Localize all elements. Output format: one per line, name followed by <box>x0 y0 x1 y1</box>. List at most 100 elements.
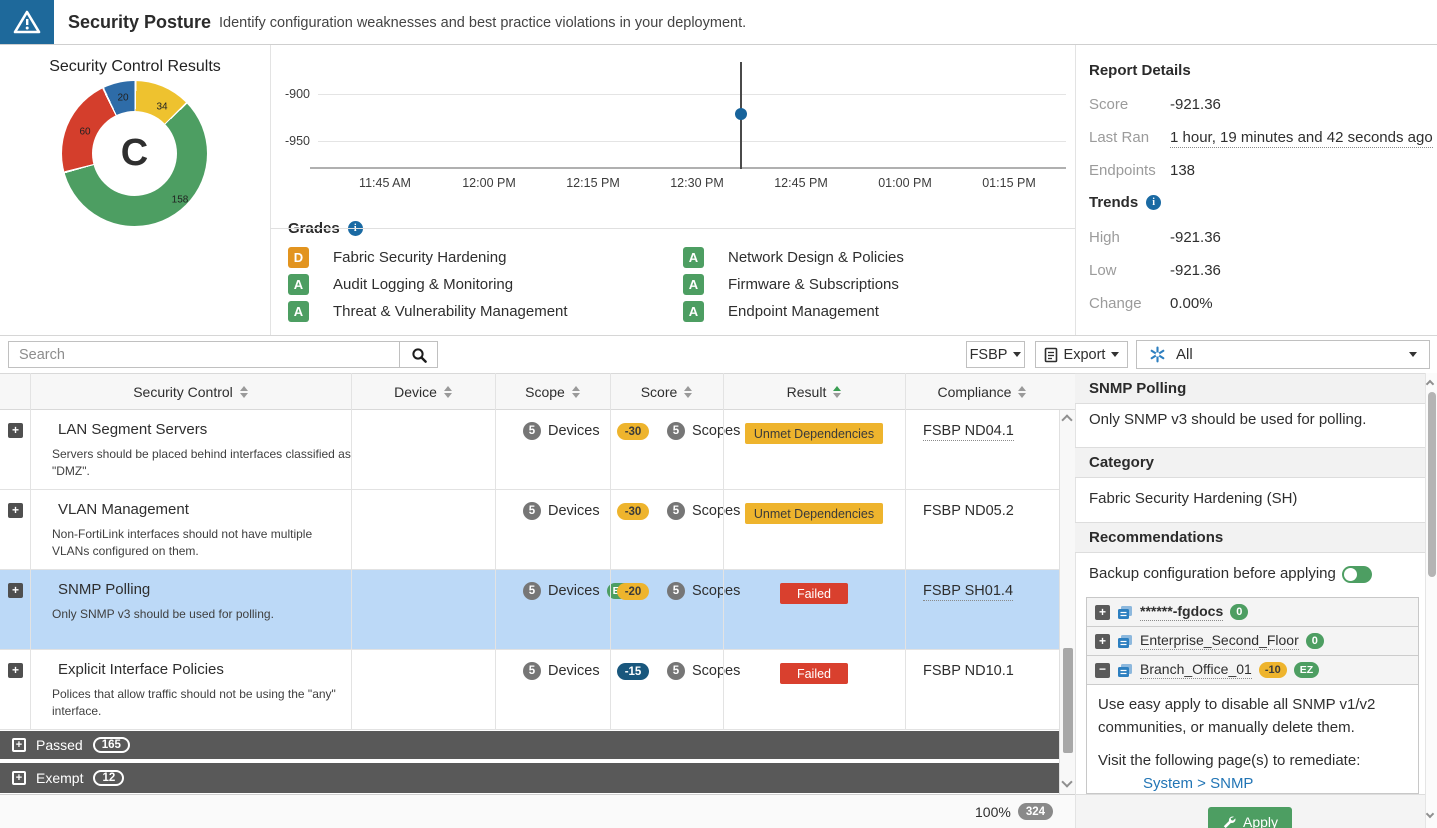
grade-item: A Endpoint Management <box>683 300 879 322</box>
grade-badge: A <box>683 247 704 268</box>
control-description: Non-FortiLink interfaces should not have… <box>52 526 352 561</box>
expand-row-icon[interactable]: + <box>8 423 23 438</box>
apply-button-label: Apply <box>1243 814 1278 828</box>
divider <box>351 373 352 730</box>
group-row-exempt[interactable]: + Exempt 12 <box>0 763 1059 793</box>
remediate-link-row: System > SNMP <box>1087 769 1418 793</box>
chevron-down-icon <box>1111 352 1119 357</box>
scroll-down-icon[interactable] <box>1426 810 1434 818</box>
column-header-result[interactable]: Result <box>723 373 905 410</box>
compliance-link[interactable]: FSBP ND05.2 <box>923 503 1014 519</box>
fsbp-dropdown-button[interactable]: FSBP <box>966 341 1025 368</box>
device-name[interactable]: Branch_Office_01 <box>1140 661 1252 679</box>
category-title: Category <box>1089 454 1154 471</box>
device-name[interactable]: ******-fgdocs <box>1140 603 1223 621</box>
compliance-link[interactable]: FSBP ND04.1 <box>923 423 1014 441</box>
donut-segment-value: 34 <box>156 102 167 113</box>
control-title: SNMP Polling <box>58 581 150 598</box>
change-label: Change <box>1089 295 1142 312</box>
security-fabric-icon <box>1149 346 1166 363</box>
compliance-link[interactable]: FSBP ND10.1 <box>923 663 1014 679</box>
export-dropdown-label: Export <box>1064 347 1106 363</box>
scroll-down-icon[interactable] <box>1061 776 1072 787</box>
scroll-up-icon[interactable] <box>1061 414 1072 425</box>
score-pill: -30 <box>617 503 649 520</box>
compliance-link[interactable]: FSBP SH01.4 <box>923 583 1013 601</box>
device-count-badge: 5 <box>523 662 541 680</box>
apply-button[interactable]: Apply <box>1208 807 1292 828</box>
expand-row-icon[interactable]: + <box>8 503 23 518</box>
device-cell: 5 Devices <box>523 662 600 680</box>
table-footer-summary: 100% 324 <box>975 803 1053 820</box>
export-dropdown-button[interactable]: Export <box>1035 341 1128 368</box>
table-row[interactable]: + VLAN Management Non-FortiLink interfac… <box>0 490 1059 570</box>
toolbar: FSBP Export All <box>0 336 1437 373</box>
warning-triangle-icon <box>13 10 41 34</box>
category-value: Fabric Security Hardening (SH) <box>1089 490 1297 507</box>
recommendations-header-bar: Recommendations <box>1075 522 1425 553</box>
trends-info-icon[interactable]: i <box>1146 195 1161 210</box>
easy-apply-badge: EZ <box>1294 662 1319 678</box>
table-scrollbar[interactable] <box>1059 410 1075 794</box>
chart-data-point[interactable] <box>735 108 747 120</box>
low-value: -921.36 <box>1170 262 1221 279</box>
change-value: 0.00% <box>1170 295 1213 312</box>
table-row[interactable]: + LAN Segment Servers Servers should be … <box>0 410 1059 490</box>
scroll-up-icon[interactable] <box>1426 380 1434 388</box>
low-label: Low <box>1089 262 1117 279</box>
device-count-badge: 5 <box>523 502 541 520</box>
gridline <box>318 141 1066 142</box>
backup-toggle[interactable] <box>1342 566 1372 583</box>
device-cell: 5 Devices <box>523 502 600 520</box>
device-name[interactable]: Enterprise_Second_Floor <box>1140 632 1299 650</box>
table-footer: 100% 324 <box>0 794 1075 828</box>
group-row-passed[interactable]: + Passed 165 <box>0 731 1059 761</box>
expand-group-icon[interactable]: + <box>12 771 26 785</box>
scrollbar-thumb[interactable] <box>1428 392 1436 577</box>
last-ran-value[interactable]: 1 hour, 19 minutes and 42 seconds ago <box>1170 129 1433 148</box>
score-value: -921.36 <box>1170 96 1221 113</box>
chevron-down-icon <box>1013 352 1021 357</box>
divider <box>30 373 31 730</box>
result-cell: Unmet Dependencies <box>723 503 905 524</box>
group-label: Passed <box>36 737 83 753</box>
score-pill: -30 <box>617 423 649 440</box>
grade-item: A Firmware & Subscriptions <box>683 273 899 295</box>
expand-device-icon[interactable]: + <box>1095 605 1110 620</box>
details-scrollbar[interactable] <box>1425 373 1437 828</box>
table-row[interactable]: + Explicit Interface Policies Polices th… <box>0 650 1059 730</box>
column-header-device[interactable]: Device <box>351 373 495 410</box>
column-header-score[interactable]: Score <box>610 373 723 410</box>
control-description: Servers should be placed behind interfac… <box>52 446 352 481</box>
fabric-scope-select[interactable]: All <box>1136 340 1430 369</box>
device-recommendation-text: Use easy apply to disable all SNMP v1/v2… <box>1087 685 1418 739</box>
grade-item: A Audit Logging & Monitoring <box>288 273 513 295</box>
device-row-expanded[interactable]: − Branch_Office_01 -10 EZ <box>1087 656 1418 685</box>
expand-row-icon[interactable]: + <box>8 583 23 598</box>
grade-label: Threat & Vulnerability Management <box>333 303 568 320</box>
result-badge: Failed <box>780 663 848 684</box>
search-input[interactable] <box>8 341 400 368</box>
search-button[interactable] <box>399 341 438 368</box>
high-label: High <box>1089 229 1120 246</box>
column-header-scope[interactable]: Scope <box>495 373 610 410</box>
expand-group-icon[interactable]: + <box>12 738 26 752</box>
scrollbar-thumb[interactable] <box>1063 648 1073 753</box>
remediate-link[interactable]: System > SNMP <box>1143 775 1253 792</box>
column-header-compliance[interactable]: Compliance <box>905 373 1059 410</box>
security-controls-donut[interactable]: C 34 158 60 20 <box>62 81 207 226</box>
table-row-selected[interactable]: + SNMP Polling Only SNMP v3 should be us… <box>0 570 1059 650</box>
group-count-badge: 165 <box>93 737 130 753</box>
expand-device-icon[interactable]: + <box>1095 634 1110 649</box>
expand-row-icon[interactable]: + <box>8 663 23 678</box>
scope-count-badge: 5 <box>667 662 685 680</box>
device-row[interactable]: + Enterprise_Second_Floor 0 <box>1087 627 1418 656</box>
collapse-device-icon[interactable]: − <box>1095 663 1110 678</box>
scope-count-badge: 5 <box>667 502 685 520</box>
device-row[interactable]: + ******-fgdocs 0 <box>1087 598 1418 627</box>
group-count-badge: 12 <box>93 770 124 786</box>
x-axis-line <box>310 167 1066 169</box>
details-title-bar: SNMP Polling <box>1075 373 1425 404</box>
column-header-security-control[interactable]: Security Control <box>30 373 351 410</box>
endpoints-value: 138 <box>1170 162 1195 179</box>
